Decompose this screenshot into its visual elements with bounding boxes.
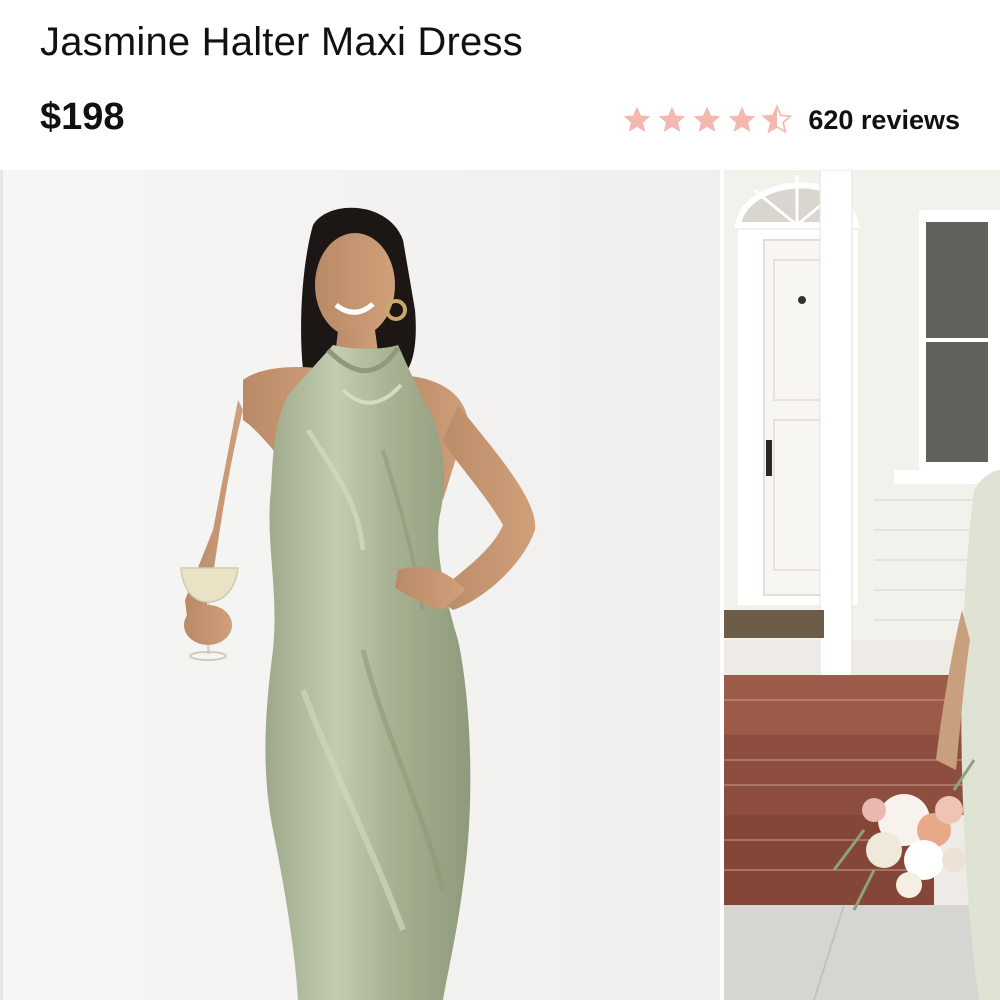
star-rating <box>621 104 796 136</box>
porch-photo-icon <box>724 170 1000 1000</box>
product-header: Jasmine Halter Maxi Dress $198 620 revie… <box>0 0 1000 170</box>
star-icon <box>624 106 651 132</box>
product-price: $198 <box>40 96 125 138</box>
star-icon <box>729 106 756 132</box>
product-image-secondary[interactable] <box>724 170 1000 1000</box>
half-star-icon <box>761 104 793 134</box>
product-image-main[interactable] <box>3 170 720 1000</box>
star-icon <box>659 106 686 132</box>
rating-summary[interactable]: 620 reviews <box>621 100 960 140</box>
star-icon <box>694 106 721 132</box>
model-photo-icon <box>3 170 720 1000</box>
reviews-link[interactable]: 620 reviews <box>808 105 960 136</box>
product-gallery <box>0 170 1000 1000</box>
product-title: Jasmine Halter Maxi Dress <box>40 20 523 64</box>
